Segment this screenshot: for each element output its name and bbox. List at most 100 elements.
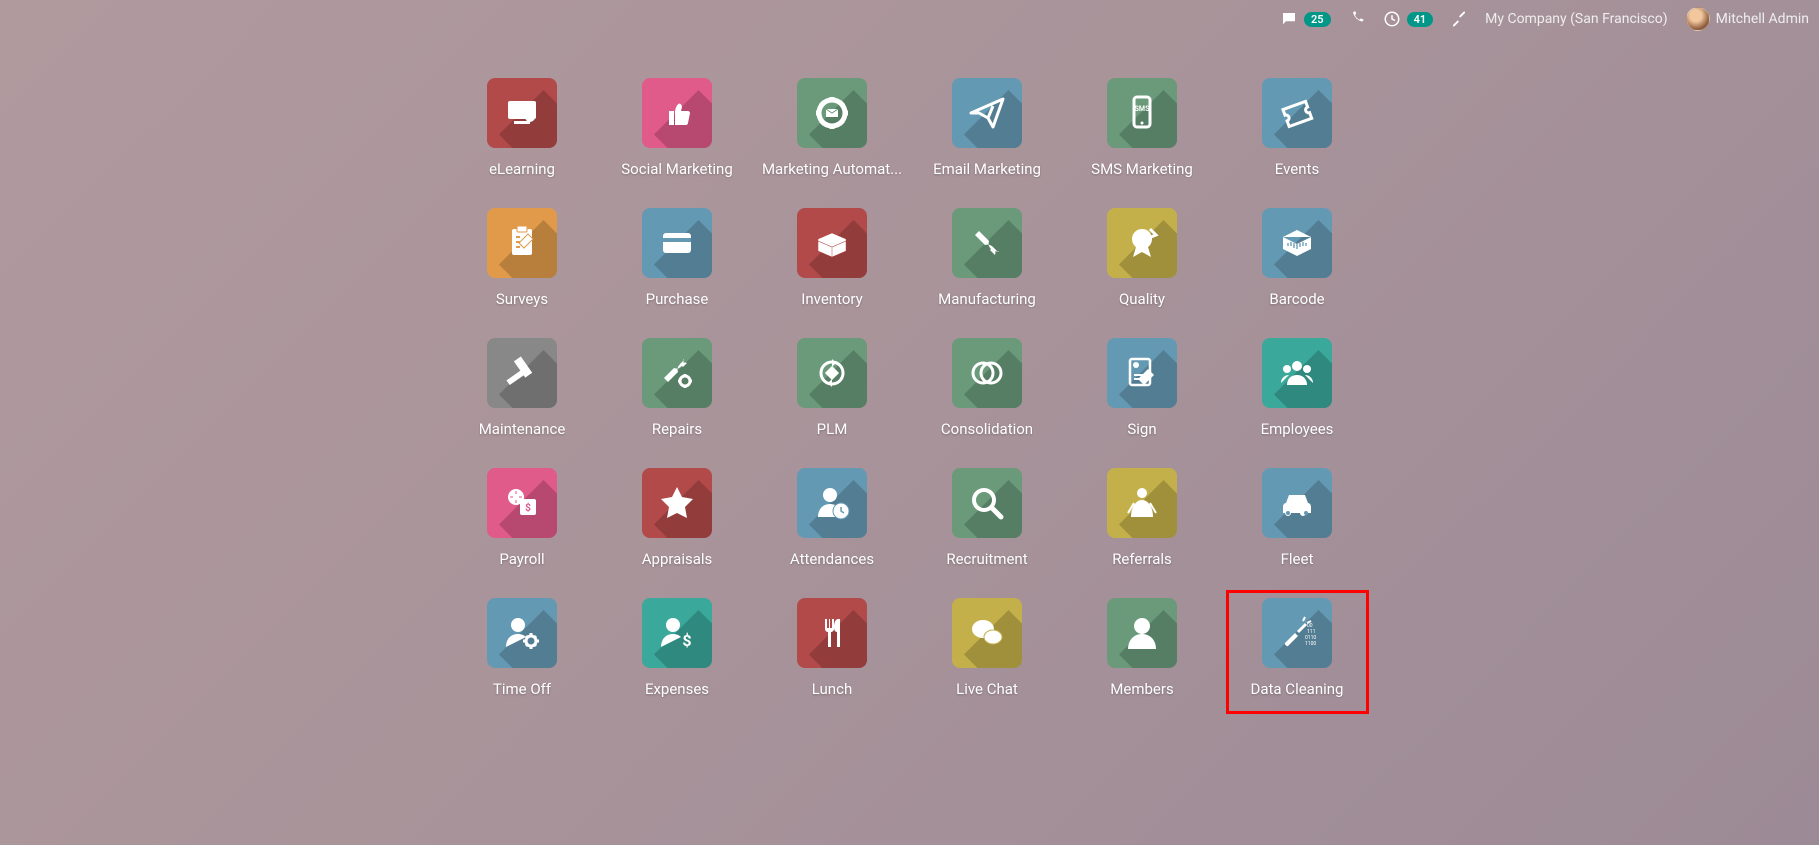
broom-data-icon	[1262, 598, 1332, 668]
app-social-marketing[interactable]: Social Marketing	[600, 70, 755, 200]
phone-sms-icon	[1107, 78, 1177, 148]
topbar: 25 41 My Company (San Francisco) Mitchel…	[1280, 0, 1819, 38]
app-recruitment[interactable]: Recruitment	[910, 460, 1065, 590]
person-gear-icon	[487, 598, 557, 668]
user-avatar	[1686, 7, 1710, 31]
phone-button[interactable]	[1349, 11, 1365, 27]
app-marketing-automat[interactable]: Marketing Automat...	[755, 70, 910, 200]
app-repairs[interactable]: Repairs	[600, 330, 755, 460]
app-label: Sign	[1127, 420, 1156, 438]
clock-icon	[1383, 10, 1401, 28]
app-label: Data Cleaning	[1251, 680, 1344, 698]
app-purchase[interactable]: Purchase	[600, 200, 755, 330]
magnifier-icon	[952, 468, 1022, 538]
app-sign[interactable]: Sign	[1065, 330, 1220, 460]
cutlery-icon	[797, 598, 867, 668]
chat-icon	[952, 598, 1022, 668]
app-expenses[interactable]: Expenses	[600, 590, 755, 720]
app-label: Lunch	[812, 680, 852, 698]
app-members[interactable]: Members	[1065, 590, 1220, 720]
app-inventory[interactable]: Inventory	[755, 200, 910, 330]
app-label: Purchase	[646, 290, 709, 308]
user-name: Mitchell Admin	[1716, 11, 1809, 27]
gear-mail-icon	[797, 78, 867, 148]
app-fleet[interactable]: Fleet	[1220, 460, 1375, 590]
app-appraisals[interactable]: Appraisals	[600, 460, 755, 590]
paper-plane-icon	[952, 78, 1022, 148]
messages-badge: 25	[1304, 12, 1331, 27]
app-live-chat[interactable]: Live Chat	[910, 590, 1065, 720]
star-icon	[642, 468, 712, 538]
app-label: Time Off	[493, 680, 551, 698]
tools-icon	[1451, 11, 1467, 27]
person-money-icon	[642, 598, 712, 668]
app-surveys[interactable]: Surveys	[445, 200, 600, 330]
card-icon	[642, 208, 712, 278]
app-label: Live Chat	[956, 680, 1018, 698]
app-elearning[interactable]: eLearning	[445, 70, 600, 200]
app-label: Quality	[1119, 290, 1165, 308]
app-label: SMS Marketing	[1091, 160, 1193, 178]
app-label: Payroll	[499, 550, 544, 568]
app-plm[interactable]: PLM	[755, 330, 910, 460]
app-label: Marketing Automat...	[762, 160, 902, 178]
app-label: Inventory	[801, 290, 862, 308]
medal-icon	[1107, 208, 1177, 278]
messages-icon	[1280, 10, 1298, 28]
app-payroll[interactable]: Payroll	[445, 460, 600, 590]
app-label: Surveys	[496, 290, 548, 308]
app-barcode[interactable]: Barcode	[1220, 200, 1375, 330]
app-label: Social Marketing	[621, 160, 733, 178]
app-time-off[interactable]: Time Off	[445, 590, 600, 720]
app-label: Fleet	[1281, 550, 1314, 568]
company-name: My Company (San Francisco)	[1485, 11, 1667, 27]
phone-icon	[1349, 11, 1365, 27]
person-clock-icon	[797, 468, 867, 538]
app-grid: eLearning Social Marketing Marketing Autom…	[445, 70, 1375, 720]
member-icon	[1107, 598, 1177, 668]
app-attendances[interactable]: Attendances	[755, 460, 910, 590]
app-email-marketing[interactable]: Email Marketing	[910, 70, 1065, 200]
app-events[interactable]: Events	[1220, 70, 1375, 200]
app-label: Events	[1275, 160, 1319, 178]
thumbs-up-icon	[642, 78, 712, 148]
app-label: Email Marketing	[933, 160, 1041, 178]
barcode-box-icon	[1262, 208, 1332, 278]
signature-icon	[1107, 338, 1177, 408]
app-sms-marketing[interactable]: SMS Marketing	[1065, 70, 1220, 200]
tools-button[interactable]	[1451, 11, 1467, 27]
wrench-gear-icon	[642, 338, 712, 408]
cycle-icon	[797, 338, 867, 408]
hammer-icon	[487, 338, 557, 408]
activity-badge: 41	[1407, 12, 1434, 27]
app-manufacturing[interactable]: Manufacturing	[910, 200, 1065, 330]
calendar-money-icon	[487, 468, 557, 538]
app-employees[interactable]: Employees	[1220, 330, 1375, 460]
venn-icon	[952, 338, 1022, 408]
app-data-cleaning[interactable]: Data Cleaning	[1220, 590, 1375, 720]
company-switcher[interactable]: My Company (San Francisco)	[1485, 11, 1667, 27]
app-label: Expenses	[645, 680, 709, 698]
app-label: Employees	[1261, 420, 1334, 438]
app-label: Referrals	[1112, 550, 1172, 568]
activity-button[interactable]: 41	[1383, 10, 1434, 28]
app-label: Consolidation	[941, 420, 1033, 438]
app-referrals[interactable]: Referrals	[1065, 460, 1220, 590]
app-lunch[interactable]: Lunch	[755, 590, 910, 720]
user-menu[interactable]: Mitchell Admin	[1686, 7, 1809, 31]
app-label: Barcode	[1269, 290, 1324, 308]
app-label: eLearning	[489, 160, 555, 178]
group-icon	[1262, 338, 1332, 408]
hero-icon	[1107, 468, 1177, 538]
app-label: Maintenance	[479, 420, 566, 438]
app-label: Recruitment	[946, 550, 1027, 568]
wrench-icon	[952, 208, 1022, 278]
car-icon	[1262, 468, 1332, 538]
app-maintenance[interactable]: Maintenance	[445, 330, 600, 460]
app-consolidation[interactable]: Consolidation	[910, 330, 1065, 460]
ticket-icon	[1262, 78, 1332, 148]
app-label: Manufacturing	[938, 290, 1036, 308]
app-quality[interactable]: Quality	[1065, 200, 1220, 330]
app-label: Appraisals	[642, 550, 713, 568]
messages-button[interactable]: 25	[1280, 10, 1331, 28]
